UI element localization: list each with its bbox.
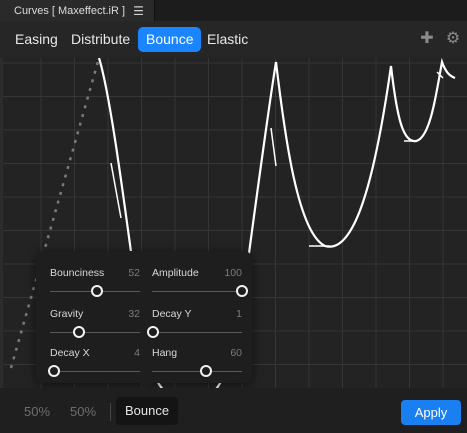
slider-knob[interactable]	[146, 326, 159, 338]
slider-track[interactable]	[152, 371, 242, 372]
slider-label: Amplitude	[152, 267, 199, 279]
plus-icon[interactable]: ✚	[418, 30, 436, 48]
slider-label: Decay Y	[152, 308, 192, 320]
decay-x-slider[interactable]: Decay X 4	[47, 347, 140, 385]
slider-value: 100	[224, 267, 242, 279]
title-bar: Curves [ Maxeffect.iR ] ☰	[0, 0, 467, 21]
panel-title: Curves [ Maxeffect.iR ]	[14, 4, 126, 17]
slider-label: Bounciness	[50, 267, 105, 279]
divider	[110, 403, 111, 421]
slider-label: Hang	[152, 347, 178, 359]
slider-knob[interactable]	[200, 365, 212, 377]
tab-elastic[interactable]: Elastic	[199, 27, 256, 52]
slider-knob[interactable]	[236, 285, 248, 297]
bounce-settings-popup: Bounciness 52 Amplitude 100 Gravity 32 D…	[36, 251, 252, 383]
panel-tab[interactable]: Curves [ Maxeffect.iR ] ☰	[0, 0, 155, 21]
tab-distribute[interactable]: Distribute	[63, 27, 138, 52]
gear-icon[interactable]: ⚙	[444, 30, 462, 48]
zoom-y-value[interactable]: 50%	[70, 404, 96, 419]
gravity-slider[interactable]: Gravity 32	[50, 308, 140, 346]
slider-track[interactable]	[152, 332, 242, 333]
slider-track[interactable]	[50, 371, 140, 372]
slider-track[interactable]	[50, 332, 140, 333]
tab-bounce[interactable]: Bounce	[138, 27, 202, 52]
slider-knob[interactable]	[47, 365, 60, 377]
slider-label: Decay X	[50, 347, 90, 359]
hang-slider[interactable]: Hang 60	[152, 347, 242, 385]
slider-knob[interactable]	[90, 285, 103, 297]
slider-value: 32	[128, 308, 140, 320]
decay-y-slider[interactable]: Decay Y 1	[146, 308, 242, 346]
amplitude-slider[interactable]: Amplitude 100	[152, 267, 248, 305]
bounciness-slider[interactable]: Bounciness 52	[50, 267, 140, 305]
preset-button[interactable]: Bounce	[116, 397, 178, 425]
slider-value: 4	[134, 347, 140, 359]
tab-easing[interactable]: Easing	[7, 27, 66, 52]
apply-button[interactable]: Apply	[401, 400, 461, 425]
slider-value: 52	[128, 267, 140, 279]
slider-knob[interactable]	[72, 326, 85, 338]
bottom-bar: 50% 50% Bounce Apply	[0, 388, 467, 433]
zoom-x-value[interactable]: 50%	[24, 404, 50, 419]
preset-tab-bar: Easing Distribute Bounce Elastic ✚ ⚙	[0, 21, 467, 58]
slider-value: 1	[236, 308, 242, 320]
slider-track[interactable]	[152, 291, 242, 292]
hamburger-icon[interactable]: ☰	[133, 4, 144, 18]
slider-label: Gravity	[50, 308, 84, 320]
slider-value: 60	[230, 347, 242, 359]
